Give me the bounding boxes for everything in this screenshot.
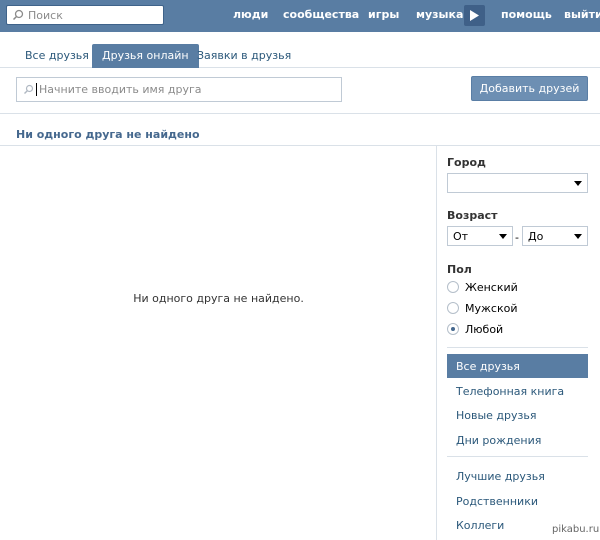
gender-option-male[interactable]: Мужской (465, 302, 517, 315)
age-label: Возраст (447, 209, 498, 222)
search-icon (12, 9, 24, 21)
age-to-select[interactable]: До (522, 226, 588, 246)
chevron-down-icon (574, 234, 582, 239)
nav-communities-link[interactable]: сообщества (283, 8, 359, 21)
friend-search-row: Начните вводить имя друга Добавить друзе… (0, 68, 600, 114)
chevron-down-icon (499, 234, 507, 239)
watermark: pikabu.ru (552, 524, 600, 535)
search-icon (24, 84, 34, 94)
music-play-button[interactable] (464, 5, 485, 26)
gender-label: Пол (447, 263, 472, 276)
menu-item-birthdays[interactable]: Дни рождения (447, 428, 588, 452)
menu-divider (447, 456, 588, 457)
tab-all-friends[interactable]: Все друзья (15, 44, 99, 68)
city-select[interactable] (447, 173, 588, 193)
gender-radio-male[interactable] (447, 302, 459, 314)
gender-option-any[interactable]: Любой (465, 323, 503, 336)
tab-friends-online[interactable]: Друзья онлайн (92, 44, 199, 68)
gender-option-female[interactable]: Женский (465, 281, 518, 294)
chevron-down-icon (574, 181, 582, 186)
top-navigation-bar: Поиск люди сообщества игры музыка помощь… (0, 0, 600, 32)
friends-tabs: Все друзья Друзья онлайн Заявки в друзья (0, 32, 600, 68)
nav-exit-link[interactable]: выйти (564, 8, 600, 21)
nav-music-link[interactable]: музыка (416, 8, 463, 21)
results-heading: Ни одного друга не найдено (16, 128, 200, 141)
friend-search-input[interactable]: Начните вводить имя друга (16, 77, 342, 102)
add-friends-button[interactable]: Добавить друзей (471, 76, 588, 101)
nav-games-link[interactable]: игры (368, 8, 399, 21)
results-heading-row: Ни одного друга не найдено (0, 114, 600, 146)
age-range-dash: - (515, 231, 519, 244)
menu-item-best-friends[interactable]: Лучшие друзья (447, 464, 588, 488)
age-to-value: До (528, 230, 544, 243)
nav-help-link[interactable]: помощь (501, 8, 552, 21)
menu-item-all-friends[interactable]: Все друзья (447, 354, 588, 378)
menu-item-new-friends[interactable]: Новые друзья (447, 403, 588, 427)
menu-divider (447, 347, 588, 348)
friend-search-placeholder: Начните вводить имя друга (39, 83, 202, 96)
menu-item-relatives[interactable]: Родственники (447, 489, 588, 513)
global-search-input[interactable]: Поиск (6, 5, 164, 25)
text-cursor (36, 83, 37, 96)
tab-friend-requests[interactable]: Заявки в друзья (187, 44, 301, 68)
age-from-value: От (453, 230, 469, 243)
gender-radio-any[interactable] (447, 323, 459, 335)
global-search-placeholder: Поиск (28, 9, 63, 22)
nav-people-link[interactable]: люди (233, 8, 268, 21)
gender-radio-female[interactable] (447, 281, 459, 293)
age-from-select[interactable]: От (447, 226, 513, 246)
filters-sidebar: Город Возраст От - До Пол Женский Мужско… (438, 146, 600, 540)
menu-item-phone-book[interactable]: Телефонная книга (447, 379, 588, 403)
empty-state-message: Ни одного друга не найдено. (133, 292, 304, 305)
friends-list-area: Ни одного друга не найдено. (0, 146, 437, 540)
play-icon (470, 10, 479, 21)
city-label: Город (447, 156, 486, 169)
